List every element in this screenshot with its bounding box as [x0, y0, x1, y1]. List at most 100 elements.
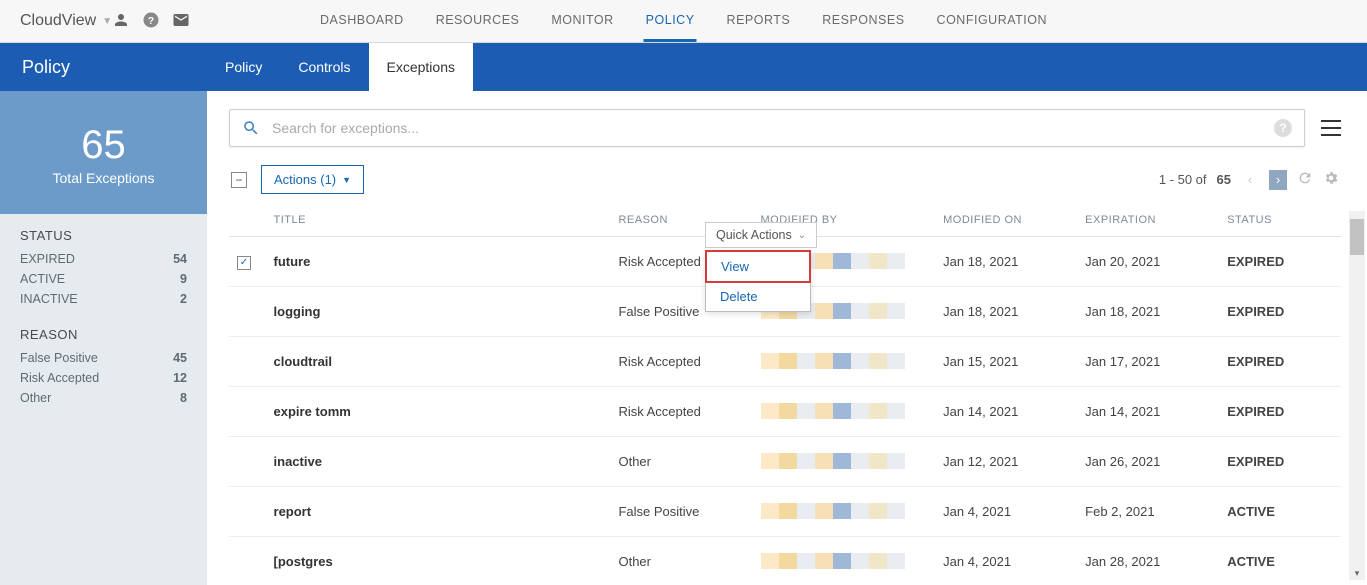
search-bar[interactable]: ? — [229, 109, 1305, 147]
row-modified-by — [753, 486, 936, 536]
row-status: EXPIRED — [1219, 386, 1341, 436]
pager-prev[interactable]: ‹ — [1241, 170, 1259, 190]
chevron-down-icon: ⌄ — [798, 230, 806, 241]
quick-action-delete[interactable]: Delete — [706, 282, 810, 311]
row-expiration: Feb 2, 2021 — [1077, 486, 1219, 536]
row-reason: Other — [610, 536, 752, 585]
section-tab-controls[interactable]: Controls — [280, 43, 368, 91]
stat-label: Total Exceptions — [0, 170, 207, 186]
row-modified-by — [753, 336, 936, 386]
table-row[interactable]: cloudtrailRisk AcceptedJan 15, 2021Jan 1… — [229, 336, 1341, 386]
quick-action-view[interactable]: View — [705, 250, 811, 283]
topnav-configuration[interactable]: CONFIGURATION — [935, 1, 1049, 42]
row-title: cloudtrail — [266, 336, 611, 386]
search-icon — [242, 119, 260, 137]
topnav-dashboard[interactable]: DASHBOARD — [318, 1, 406, 42]
collapse-all-toggle[interactable]: − — [231, 172, 247, 188]
topnav-resources[interactable]: RESOURCES — [434, 1, 522, 42]
pager-range: 1 - 50 of — [1159, 172, 1207, 187]
row-modified-on: Jan 18, 2021 — [935, 286, 1077, 336]
search-help-icon[interactable]: ? — [1274, 119, 1292, 137]
row-status: EXPIRED — [1219, 286, 1341, 336]
topnav-reports[interactable]: REPORTS — [725, 1, 793, 42]
pager-next[interactable]: › — [1269, 170, 1287, 190]
facet-row[interactable]: EXPIRED54 — [20, 249, 187, 269]
table-row[interactable]: expire tommRisk Accepted Jan 14, 2021Jan … — [229, 386, 1341, 436]
row-modified-on: Jan 15, 2021 — [935, 336, 1077, 386]
row-expiration: Jan 28, 2021 — [1077, 536, 1219, 585]
facet-row[interactable]: INACTIVE2 — [20, 289, 187, 309]
row-title: report — [266, 486, 611, 536]
scrollbar-thumb[interactable] — [1350, 219, 1364, 255]
pager-total: 65 — [1217, 172, 1231, 187]
row-expiration: Jan 14, 2021 — [1077, 386, 1219, 436]
section-tab-policy[interactable]: Policy — [207, 43, 280, 91]
row-reason: Other — [610, 436, 752, 486]
row-modified-by — [753, 386, 936, 436]
redacted-value — [761, 403, 928, 419]
section-title: Policy — [0, 57, 207, 78]
hamburger-icon[interactable] — [1321, 120, 1341, 136]
row-title: [postgres — [266, 536, 611, 585]
row-status: ACTIVE — [1219, 486, 1341, 536]
row-title: expire tomm — [266, 386, 611, 436]
row-reason: False Positive — [610, 486, 752, 536]
row-modified-on: Jan 18, 2021 — [935, 237, 1077, 287]
topnav-policy[interactable]: POLICY — [644, 1, 697, 42]
row-expiration: Jan 18, 2021 — [1077, 286, 1219, 336]
brand-caret-icon: ▼ — [102, 16, 112, 27]
profile-icon[interactable] — [112, 11, 130, 32]
row-reason: Risk Accepted — [610, 336, 752, 386]
actions-dropdown[interactable]: Actions (1) ▼ — [261, 165, 364, 194]
search-input[interactable] — [272, 120, 1274, 136]
row-expiration: Jan 20, 2021 — [1077, 237, 1219, 287]
row-modified-by — [753, 436, 936, 486]
column-header[interactable]: MODIFIED ON — [935, 204, 1077, 237]
settings-icon[interactable] — [1323, 170, 1339, 189]
row-status: EXPIRED — [1219, 436, 1341, 486]
scroll-down-icon[interactable]: ▾ — [1349, 566, 1365, 580]
row-title: future — [266, 237, 611, 287]
caret-down-icon: ▼ — [342, 175, 351, 185]
table-row[interactable]: reportFalse Positive Jan 4, 2021Feb 2, 20… — [229, 486, 1341, 536]
table-row[interactable]: inactiveOtherJan 12, 2021Jan 26, 2021EXP… — [229, 436, 1341, 486]
facet-row[interactable]: ACTIVE9 — [20, 269, 187, 289]
actions-label: Actions (1) — [274, 172, 336, 187]
redacted-value — [761, 353, 928, 369]
row-modified-on: Jan 4, 2021 — [935, 486, 1077, 536]
row-modified-by — [753, 536, 936, 585]
facet-row[interactable]: Other8 — [20, 388, 187, 408]
facet-title: REASON — [20, 327, 187, 342]
facet-title: STATUS — [20, 228, 187, 243]
scrollbar[interactable]: ▾ — [1349, 211, 1365, 580]
table-row[interactable]: [postgresOther Jan 4, 2021Jan 28, 2021ACT… — [229, 536, 1341, 585]
redacted-value — [761, 553, 928, 569]
row-reason: Risk Accepted — [610, 386, 752, 436]
row-title: logging — [266, 286, 611, 336]
column-header[interactable]: STATUS — [1219, 204, 1341, 237]
facet-row[interactable]: False Positive45 — [20, 348, 187, 368]
stat-number: 65 — [0, 123, 207, 168]
mail-icon[interactable] — [172, 11, 190, 32]
refresh-icon[interactable] — [1297, 170, 1313, 189]
topnav-monitor[interactable]: MONITOR — [549, 1, 615, 42]
section-tab-exceptions[interactable]: Exceptions — [369, 43, 473, 91]
facet-row[interactable]: Risk Accepted12 — [20, 368, 187, 388]
help-icon[interactable]: ? — [142, 11, 160, 32]
brand-label: CloudView — [20, 12, 96, 30]
brand[interactable]: CloudView ▼ — [20, 12, 112, 30]
row-modified-on: Jan 4, 2021 — [935, 536, 1077, 585]
row-checkbox[interactable]: ✓ — [237, 256, 251, 270]
quick-actions-menu: View Delete — [705, 250, 811, 312]
quick-actions-button[interactable]: Quick Actions ⌄ — [705, 222, 817, 248]
topnav-responses[interactable]: RESPONSES — [820, 1, 906, 42]
quick-actions-label: Quick Actions — [716, 228, 792, 242]
row-expiration: Jan 26, 2021 — [1077, 436, 1219, 486]
redacted-value — [761, 453, 928, 469]
redacted-value — [761, 503, 928, 519]
column-header[interactable]: TITLE — [266, 204, 611, 237]
row-modified-on: Jan 12, 2021 — [935, 436, 1077, 486]
row-status: ACTIVE — [1219, 536, 1341, 585]
row-modified-on: Jan 14, 2021 — [935, 386, 1077, 436]
column-header[interactable]: EXPIRATION — [1077, 204, 1219, 237]
